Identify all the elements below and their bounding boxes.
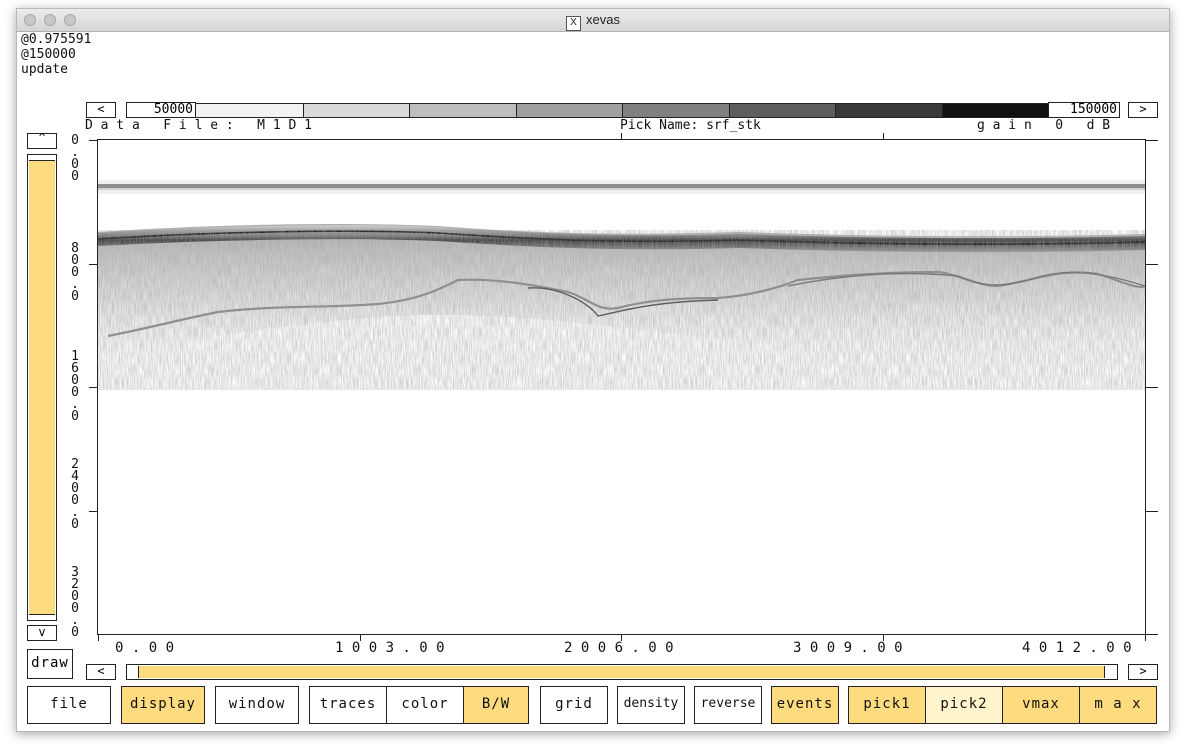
left-tick — [89, 140, 97, 141]
right-tick — [1146, 634, 1158, 635]
colorbar-gradient — [196, 103, 1048, 118]
grid-button[interactable]: grid — [540, 686, 608, 724]
hscroll-right-button[interactable]: > — [1128, 664, 1158, 680]
status-line-3: update — [21, 62, 68, 77]
bottom-tick — [98, 635, 99, 641]
file-button[interactable]: file — [27, 686, 111, 724]
hscroll-track[interactable] — [126, 664, 1118, 680]
y-axis-label-0: 0.00 — [69, 134, 81, 184]
window-button[interactable]: window — [215, 686, 299, 724]
draw-button[interactable]: draw — [27, 649, 73, 679]
right-tick — [1146, 264, 1158, 265]
xevas-window: Xxevas @0.975591 @150000 update < 50000 … — [16, 8, 1170, 732]
x-axis-label-4: 4 0 1 2 . 0 0 — [1022, 640, 1132, 656]
vscroll-down-button[interactable]: v — [27, 625, 57, 641]
top-tick — [883, 133, 884, 139]
x-axis-label-1: 1 0 0 3 . 0 0 — [335, 640, 445, 656]
y-axis-label-char: 0 — [71, 409, 79, 424]
max-button[interactable]: m a x — [1079, 686, 1157, 724]
top-tick — [621, 133, 622, 139]
x-axis-label-2: 2 0 0 6 . 0 0 — [564, 640, 674, 656]
colorbar-left-arrow[interactable]: < — [86, 102, 116, 118]
data-file-label: D a t a F i l e : M 1 D 1 — [85, 118, 312, 133]
pick1-button[interactable]: pick1 — [848, 686, 926, 724]
y-axis-label-2: 1600.0 — [69, 350, 81, 424]
right-tick — [1146, 511, 1158, 512]
color-button[interactable]: color — [386, 686, 464, 724]
y-axis-label-char: 0 — [71, 289, 79, 304]
bw-button[interactable]: B/W — [463, 686, 529, 724]
x11-icon: X — [566, 16, 582, 31]
traces-button[interactable]: traces — [309, 686, 387, 724]
y-axis-label-char: 0 — [71, 169, 79, 184]
gain-label: g a i n 0 d B — [977, 118, 1111, 133]
events-button[interactable]: events — [771, 686, 839, 724]
bottom-tick — [1145, 635, 1146, 641]
y-axis-label-1: 800.0 — [69, 242, 81, 304]
colorbar-right-arrow[interactable]: > — [1128, 102, 1158, 118]
x-axis-label-3: 3 0 0 9 . 0 0 — [793, 640, 903, 656]
window-title: Xxevas — [17, 12, 1169, 31]
vscroll-thumb[interactable] — [29, 160, 55, 615]
colorbar-min-value: 50000 — [126, 102, 196, 118]
hscroll-thumb[interactable] — [138, 666, 1105, 678]
colorbar-max-value: 150000 — [1048, 102, 1120, 118]
y-axis-label-3: 2400.0 — [69, 458, 81, 532]
left-tick — [89, 264, 97, 265]
radargram-image — [98, 180, 1145, 390]
density-button[interactable]: density — [617, 686, 685, 724]
window-title-text: xevas — [586, 12, 620, 27]
y-axis-label-char: 0 — [71, 625, 79, 640]
vscroll-track[interactable] — [27, 154, 57, 621]
display-button[interactable]: display — [121, 686, 205, 724]
vmax-button[interactable]: vmax — [1002, 686, 1080, 724]
status-line-2: @150000 — [21, 47, 76, 62]
right-tick — [1146, 140, 1158, 141]
status-line-1: @0.975591 — [21, 32, 92, 47]
x-axis-label-0: 0 . 0 0 — [115, 640, 175, 656]
reverse-button[interactable]: reverse — [694, 686, 762, 724]
right-tick — [1146, 387, 1158, 388]
left-tick — [89, 511, 97, 512]
hscroll-left-button[interactable]: < — [86, 664, 116, 680]
pick2-button[interactable]: pick2 — [925, 686, 1003, 724]
title-bar: Xxevas — [17, 9, 1169, 32]
radargram-plot[interactable] — [97, 139, 1146, 635]
pick-name-label: Pick Name: srf_stk — [620, 118, 761, 133]
y-axis-label-char: 0 — [71, 517, 79, 532]
left-tick — [89, 387, 97, 388]
y-axis-label-4: 3200.0 — [69, 566, 81, 640]
vscroll-up-button[interactable]: ^ — [27, 132, 57, 149]
